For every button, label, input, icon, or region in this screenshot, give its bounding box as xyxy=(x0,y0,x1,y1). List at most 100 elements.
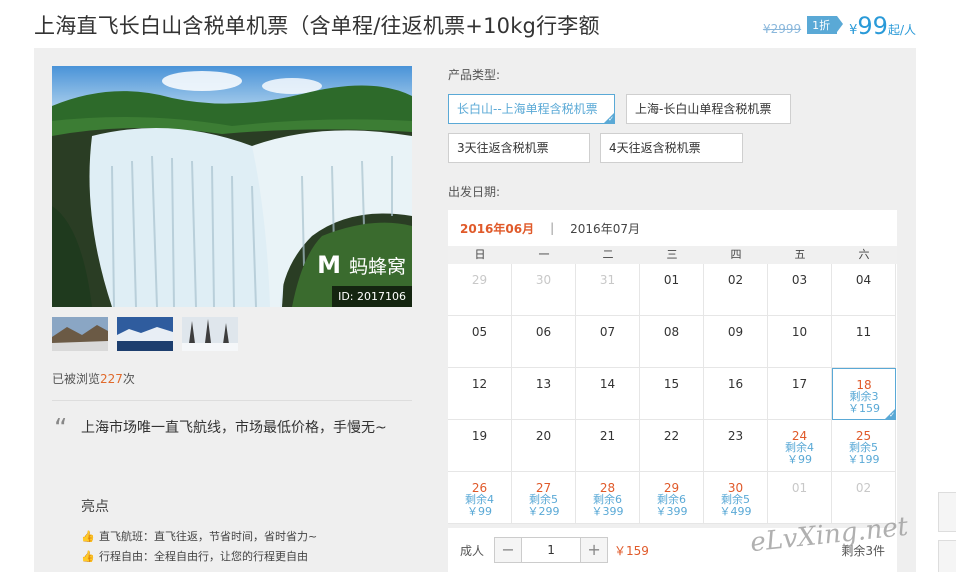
view-count: 已被浏览227次 xyxy=(52,370,135,387)
calendar-day: 11 xyxy=(832,316,896,368)
mafengwo-logo-icon: M xyxy=(317,251,341,279)
calendar-day[interactable]: 26 剩余4 ￥99 xyxy=(448,472,512,524)
decrement-button[interactable]: − xyxy=(495,538,522,562)
quantity-input[interactable]: 1 xyxy=(521,538,582,562)
product-option-1[interactable]: 上海-长白山单程含税机票 xyxy=(626,94,791,124)
watermark: M 蚂蜂窝 xyxy=(317,251,406,279)
calendar-day: 23 xyxy=(704,420,768,472)
current-price: ¥99起/人 xyxy=(849,12,916,40)
calendar: 2016年06月 | 2016年07月 日 一 二 三 四 五 六 29 30 31… xyxy=(448,210,897,524)
price-value: 99 xyxy=(857,12,888,40)
day-number: 10 xyxy=(791,325,808,339)
snow-forest-photo xyxy=(182,317,238,351)
day-number: 03 xyxy=(791,273,808,287)
weekday: 日 xyxy=(474,248,486,261)
thumbs-up-icon: 👍 xyxy=(81,549,95,563)
day-number: 15 xyxy=(663,377,680,391)
calendar-day: 12 xyxy=(448,368,512,420)
quote-icon: “ xyxy=(54,414,68,444)
calendar-day: 19 xyxy=(448,420,512,472)
calendar-day[interactable]: 30 剩余5 ￥499 xyxy=(704,472,768,524)
calendar-day[interactable]: 27 剩余5 ￥299 xyxy=(512,472,576,524)
main-photo[interactable]: M 蚂蜂窝 ID: 2017106 xyxy=(52,66,412,307)
quantity-stepper: − 1 + xyxy=(494,537,609,563)
day-price: ￥299 xyxy=(527,505,560,518)
calendar-day: 31 xyxy=(576,264,640,316)
calendar-day: 29 xyxy=(448,264,512,316)
day-number: 31 xyxy=(599,273,616,287)
calendar-day: 01 xyxy=(768,472,832,524)
product-option-2[interactable]: 3天往返含税机票 xyxy=(448,133,590,163)
calendar-day: 05 xyxy=(448,316,512,368)
highlight-text: 行程自由：全程自由行，让您的行程更自由 xyxy=(99,550,308,563)
weekday: 六 xyxy=(858,248,870,261)
day-number: 19 xyxy=(471,429,488,443)
calendar-day: 30 xyxy=(512,264,576,316)
day-number: 11 xyxy=(855,325,872,339)
day-number: 08 xyxy=(663,325,680,339)
option-label: 3天往返含税机票 xyxy=(457,141,549,155)
snow-lake-photo xyxy=(117,317,173,351)
departure-label: 出发日期: xyxy=(448,185,501,199)
calendar-day: 09 xyxy=(704,316,768,368)
calendar-day: 14 xyxy=(576,368,640,420)
selected-check-icon xyxy=(885,409,895,419)
image-id: ID: 2017106 xyxy=(332,286,412,307)
selected-check-icon xyxy=(604,113,614,123)
day-number: 05 xyxy=(471,325,488,339)
calendar-day[interactable]: 29 剩余6 ￥399 xyxy=(640,472,704,524)
highlight-item: 👍 行程自由：全程自由行，让您的行程更自由 xyxy=(81,546,317,566)
product-option-0[interactable]: 长白山--上海单程含税机票 xyxy=(448,94,615,124)
highlight-text: 直飞航班：直飞往返，节省时间，省时省力~ xyxy=(99,530,318,543)
thumbnail-3[interactable] xyxy=(182,317,238,351)
highlight-item: 👍 直飞航班：直飞往返，节省时间，省时省力~ xyxy=(81,526,317,546)
divider xyxy=(52,400,412,401)
calendar-day: 20 xyxy=(512,420,576,472)
day-price: ￥499 xyxy=(719,505,752,518)
day-number: 04 xyxy=(855,273,872,287)
weekday: 三 xyxy=(666,248,678,261)
day-price: ￥99 xyxy=(787,453,812,466)
option-label: 4天往返含税机票 xyxy=(609,141,701,155)
day-price: ￥399 xyxy=(655,505,688,518)
product-title: 上海直飞长白山含税单机票（含单程/往返机票+10kg行李额 xyxy=(34,14,600,38)
side-float-tab[interactable] xyxy=(938,492,956,532)
side-float-tab[interactable] xyxy=(938,540,956,572)
calendar-day: 08 xyxy=(640,316,704,368)
calendar-day[interactable]: 24 剩余4 ￥99 xyxy=(768,420,832,472)
day-number: 07 xyxy=(599,325,616,339)
month-divider: | xyxy=(550,221,555,235)
adult-label: 成人 xyxy=(460,543,485,558)
day-number: 20 xyxy=(535,429,552,443)
day-number: 30 xyxy=(535,273,552,287)
day-number: 12 xyxy=(471,377,488,391)
weekday: 五 xyxy=(794,248,806,261)
day-number: 22 xyxy=(663,429,680,443)
calendar-day: 13 xyxy=(512,368,576,420)
view-suffix: 次 xyxy=(122,372,135,386)
calendar-day[interactable]: 28 剩余6 ￥399 xyxy=(576,472,640,524)
day-number: 01 xyxy=(791,481,808,495)
calendar-day[interactable]: 25 剩余5 ￥199 xyxy=(832,420,896,472)
calendar-day: 06 xyxy=(512,316,576,368)
highlights-title: 亮点 xyxy=(81,499,109,515)
weekday: 四 xyxy=(730,248,742,261)
day-number: 06 xyxy=(535,325,552,339)
calendar-day: 16 xyxy=(704,368,768,420)
day-number: 29 xyxy=(471,273,488,287)
day-price: ￥99 xyxy=(467,505,492,518)
day-number: 21 xyxy=(599,429,616,443)
mountain-photo xyxy=(52,317,108,351)
product-option-3[interactable]: 4天往返含税机票 xyxy=(600,133,743,163)
view-number: 227 xyxy=(100,372,123,386)
month-tab-next[interactable]: 2016年07月 xyxy=(570,220,640,237)
calendar-day: 21 xyxy=(576,420,640,472)
thumbnail-2[interactable] xyxy=(117,317,173,351)
option-label: 上海-长白山单程含税机票 xyxy=(635,102,772,116)
calendar-day[interactable]: 18 剩余3 ￥159 xyxy=(832,368,896,420)
thumbnail-1[interactable] xyxy=(52,317,108,351)
watermark-text: 蚂蜂窝 xyxy=(348,255,406,278)
increment-button[interactable]: + xyxy=(581,538,608,562)
month-tab-active[interactable]: 2016年06月 xyxy=(460,220,534,237)
weekday: 一 xyxy=(538,248,550,261)
